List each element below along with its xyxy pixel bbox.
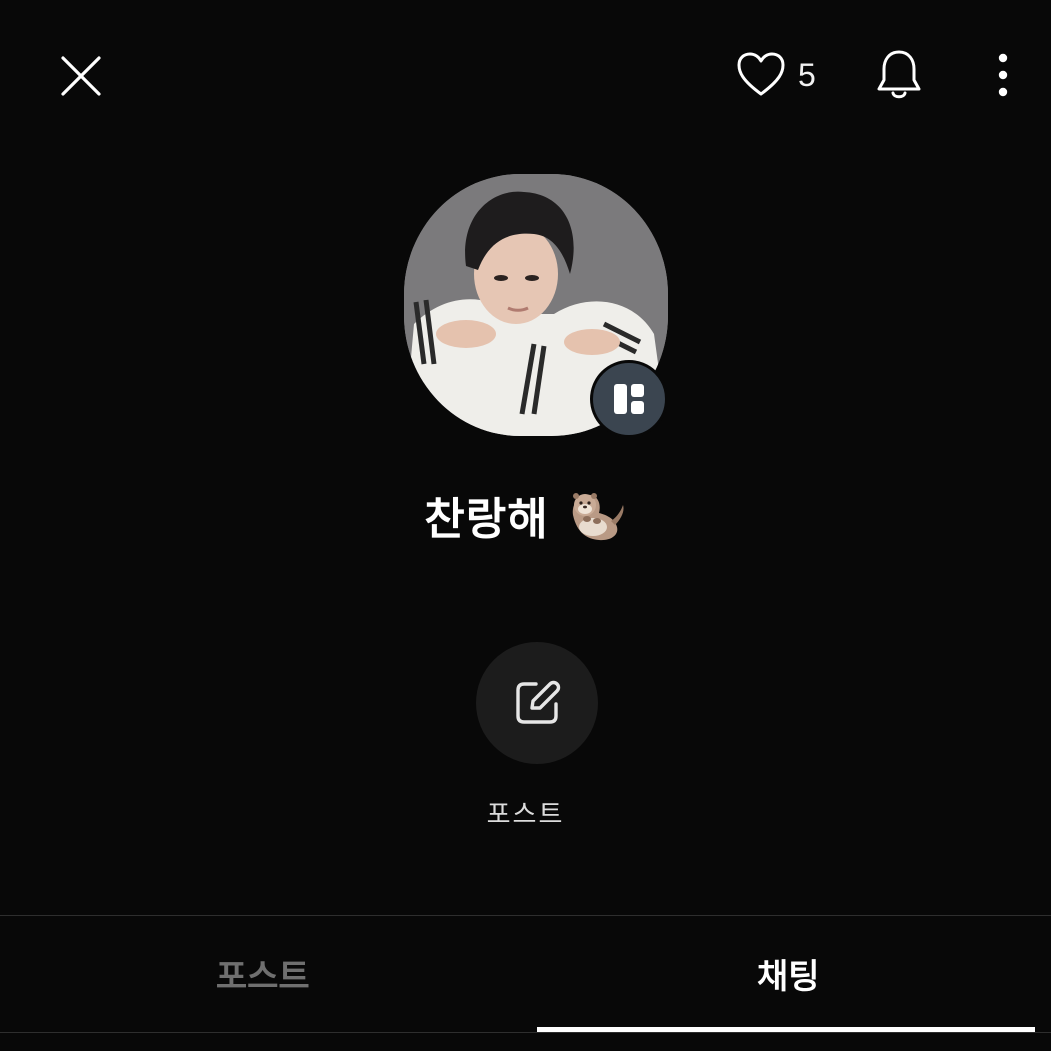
notification-button[interactable] bbox=[868, 42, 930, 108]
board-layout-icon bbox=[614, 384, 644, 414]
tabs-divider-bottom bbox=[0, 1032, 1051, 1033]
tab-chat[interactable]: 채팅 bbox=[526, 916, 1051, 1030]
profile-page: 5 찬랑해 포스트 포스트 채팅 bbox=[0, 0, 1051, 1051]
profile-name-row: 찬랑해 bbox=[0, 480, 1051, 550]
profile-name: 찬랑해 bbox=[424, 494, 549, 545]
otter-emoji-icon bbox=[572, 493, 624, 541]
like-count: 5 bbox=[798, 56, 816, 93]
tab-bar: 포스트 채팅 bbox=[0, 916, 1051, 1030]
badge-button[interactable] bbox=[590, 360, 668, 438]
close-button[interactable] bbox=[50, 45, 112, 107]
tab-posts[interactable]: 포스트 bbox=[0, 916, 526, 1030]
profile-avatar-group[interactable] bbox=[404, 174, 670, 440]
write-post-label: 포스트 bbox=[486, 800, 565, 830]
write-post-button[interactable] bbox=[476, 642, 598, 764]
like-button[interactable]: 5 bbox=[736, 44, 836, 106]
bell-icon bbox=[877, 50, 921, 99]
more-vertical-icon bbox=[998, 53, 1008, 97]
heart-icon bbox=[737, 52, 785, 96]
edit-icon bbox=[516, 680, 561, 724]
more-options-button[interactable] bbox=[978, 44, 1028, 106]
close-icon bbox=[61, 56, 101, 96]
